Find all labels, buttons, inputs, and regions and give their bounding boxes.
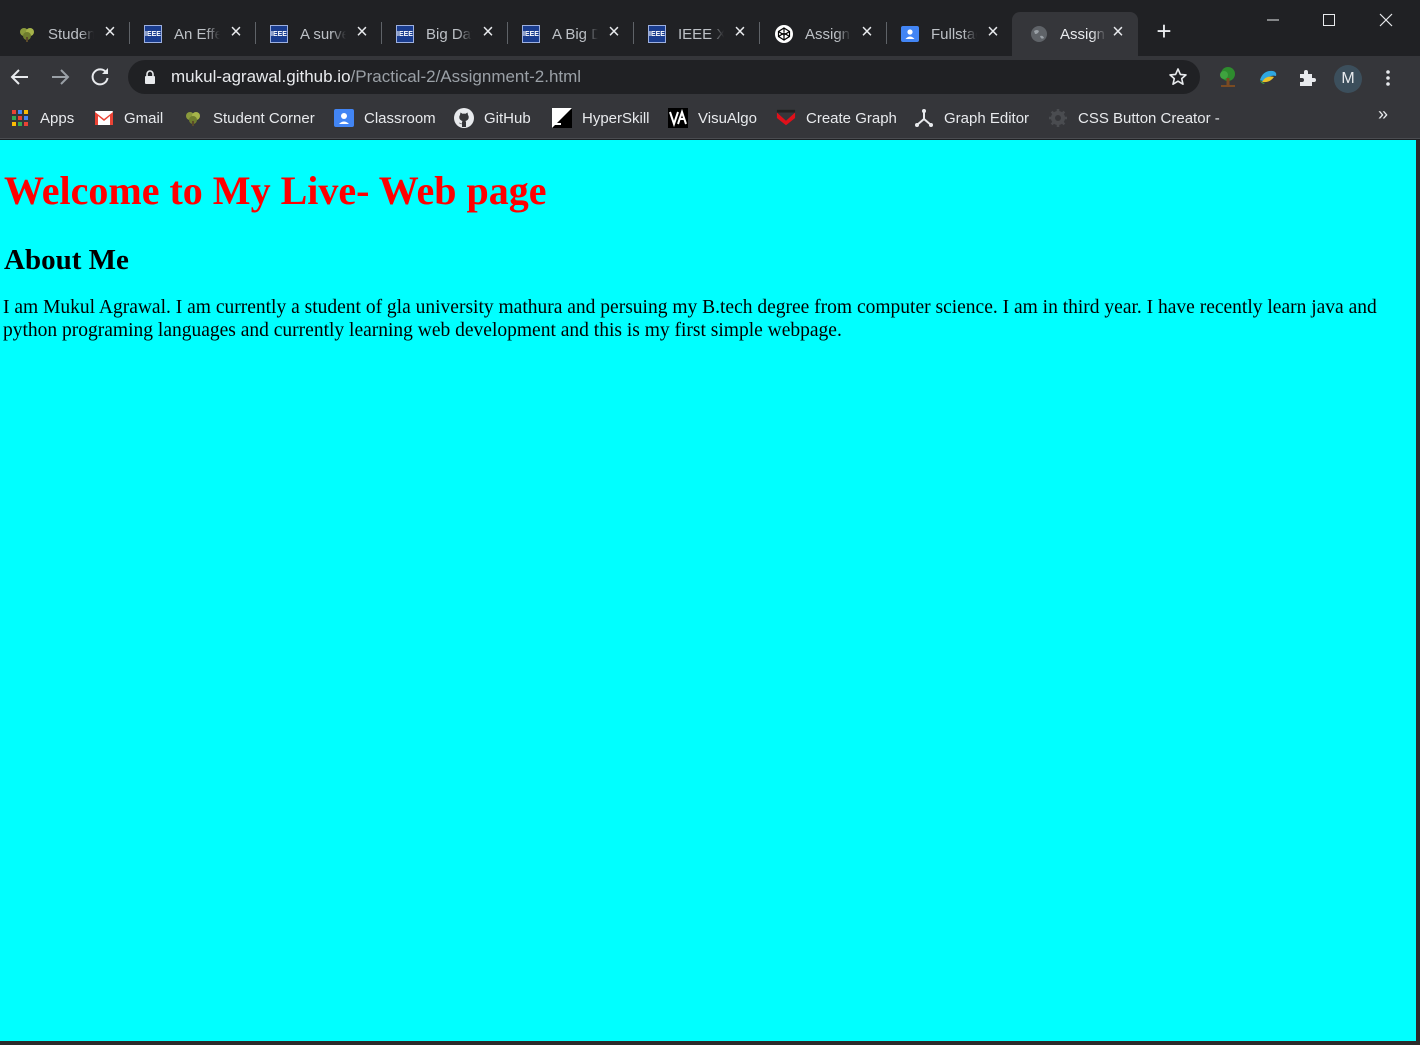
bookmark-label: Graph Editor [944, 109, 1030, 127]
ieee-icon: IEEE [144, 25, 162, 43]
tab-title: Big Data [426, 25, 472, 43]
close-icon[interactable]: × [102, 22, 118, 42]
bookmark-label: VisuAlgo [698, 109, 757, 127]
github-icon [454, 108, 474, 128]
ieee-icon: IEEE [522, 25, 540, 43]
tab-ieee-5[interactable]: IEEE IEEE Xplore × [630, 12, 760, 56]
bookmarks-overflow-chevron-icon[interactable]: » [1378, 104, 1388, 125]
tab-title: A survey [300, 25, 346, 43]
tab-title: Fullstack [931, 25, 977, 43]
bookmark-label: HyperSkill [582, 109, 650, 127]
close-icon[interactable]: × [859, 22, 875, 42]
bookmark-label: Apps [40, 109, 75, 127]
close-window-button[interactable] [1372, 6, 1400, 34]
bookmark-label: CSS Button Creator - [1078, 109, 1220, 127]
puzzle-extensions-icon[interactable] [1297, 66, 1319, 88]
tab-classroom[interactable]: Fullstack × [883, 12, 1013, 56]
tab-title: An Effective [174, 25, 220, 43]
close-icon[interactable]: × [1110, 22, 1126, 42]
tab-active-assignment[interactable]: Assignment × [1012, 12, 1138, 56]
css-button-creator-icon [1048, 108, 1068, 128]
gmail-icon [94, 108, 114, 128]
bookmark-label: Classroom [364, 109, 436, 127]
tab-ieee-4[interactable]: IEEE A Big Data × [504, 12, 634, 56]
back-button[interactable] [8, 65, 32, 89]
tab-ieee-3[interactable]: IEEE Big Data × [378, 12, 508, 56]
browser-toolbar: mukul-agrawal.github.io/Practical-2/Assi… [0, 56, 1420, 98]
hyperskill-icon [552, 108, 572, 128]
ieee-icon: IEEE [270, 25, 288, 43]
tab-title: Student Corner [48, 25, 94, 43]
classroom-icon [901, 25, 919, 43]
bookmark-apps[interactable]: Apps [10, 106, 74, 130]
tab-student-corner[interactable]: Student Corner × [0, 12, 130, 56]
graph-editor-icon [914, 108, 934, 128]
bookmark-gmail[interactable]: Gmail [94, 106, 163, 130]
bookmark-label: GitHub [484, 109, 531, 127]
close-icon[interactable]: × [606, 22, 622, 42]
close-icon[interactable]: × [228, 22, 244, 42]
ieee-icon: IEEE [396, 25, 414, 43]
bookmark-graph-editor[interactable]: Graph Editor [914, 106, 1029, 130]
about-heading: About Me [4, 244, 129, 276]
url-path: /Practical-2/Assignment-2.html [350, 67, 582, 86]
close-icon[interactable]: × [732, 22, 748, 42]
url-host: mukul-agrawal.github.io [171, 67, 351, 86]
codepen-icon [775, 25, 793, 43]
close-icon[interactable]: × [480, 22, 496, 42]
tab-title: A Big Data [552, 25, 598, 43]
minimize-button[interactable] [1259, 6, 1287, 34]
create-graph-icon [776, 108, 796, 128]
page-heading: Welcome to My Live- Web page [4, 168, 547, 213]
maximize-button[interactable] [1315, 6, 1343, 34]
globe-icon [1030, 25, 1048, 43]
bookmark-label: Gmail [124, 109, 164, 127]
bookmark-create-graph[interactable]: Create Graph [776, 106, 897, 130]
url-text[interactable]: mukul-agrawal.github.io/Practical-2/Assi… [171, 67, 581, 87]
bookmark-hyperskill[interactable]: HyperSkill [552, 106, 650, 130]
more-menu-icon[interactable] [1378, 68, 1398, 88]
classroom-icon [334, 108, 354, 128]
tab-ieee-2[interactable]: IEEE A survey × [252, 12, 382, 56]
bookmark-label: Student Corner [213, 109, 315, 127]
new-tab-button[interactable]: + [1152, 18, 1176, 44]
close-icon[interactable]: × [354, 22, 370, 42]
bookmark-visualgo[interactable]: VisuAlgo [668, 106, 757, 130]
tab-codepen[interactable]: Assignment × [757, 12, 887, 56]
profile-avatar[interactable]: M [1334, 65, 1362, 93]
tab-ieee-1[interactable]: IEEE An Effective × [126, 12, 256, 56]
tab-title: IEEE Xplore [678, 25, 724, 43]
visualgo-icon [668, 108, 688, 128]
student-corner-icon [18, 25, 36, 43]
bookmark-github[interactable]: GitHub [454, 106, 531, 130]
bookmark-css-button-creator[interactable]: CSS Button Creator - [1048, 106, 1220, 130]
address-bar[interactable]: mukul-agrawal.github.io/Practical-2/Assi… [128, 60, 1200, 94]
student-corner-icon [183, 108, 203, 128]
tree-extension-icon[interactable] [1217, 66, 1239, 88]
reload-button[interactable] [88, 65, 112, 89]
color-extension-icon[interactable] [1257, 66, 1279, 88]
bookmark-label: Create Graph [806, 109, 897, 127]
web-page-content: Welcome to My Live- Web page About Me I … [0, 140, 1416, 1041]
tab-strip: Student Corner × IEEE An Effective × IEE… [0, 0, 1420, 56]
about-paragraph: I am Mukul Agrawal. I am currently a stu… [3, 297, 1377, 341]
tab-title: Assignment [805, 25, 851, 43]
ieee-icon: IEEE [648, 25, 666, 43]
bookmark-classroom[interactable]: Classroom [334, 106, 436, 130]
tab-title: Assignment [1060, 25, 1106, 43]
forward-button[interactable] [48, 65, 72, 89]
bookmark-student-corner[interactable]: Student Corner [183, 106, 315, 130]
apps-grid-icon [10, 108, 30, 128]
close-icon[interactable]: × [985, 22, 1001, 42]
bookmarks-bar: Apps Gmail Student Corner Classroom GitH… [0, 98, 1420, 139]
window-bottom-border [0, 1041, 1420, 1045]
lock-icon[interactable] [144, 70, 156, 84]
window-right-border [1416, 140, 1420, 1045]
bookmark-star-icon[interactable] [1168, 67, 1188, 87]
